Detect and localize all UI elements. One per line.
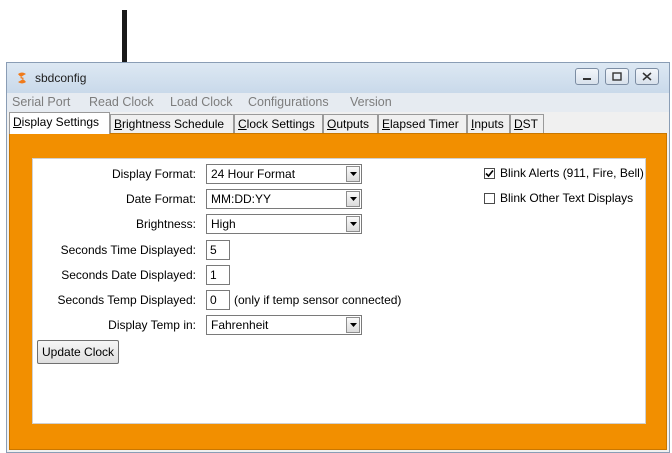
tab-mnemonic: E [382, 117, 391, 131]
tab-dst[interactable]: DST [510, 114, 544, 133]
blink-other-checkbox[interactable] [484, 193, 495, 204]
tab-label: lock Settings [246, 117, 315, 131]
temp-unit-select[interactable]: Fahrenheit [206, 315, 362, 335]
minimize-icon [583, 78, 591, 80]
tab-inputs[interactable]: Inputs [467, 114, 510, 133]
menu-load-clock[interactable]: Load Clock [170, 95, 233, 109]
display-format-value: 24 Hour Format [211, 167, 296, 181]
tab-display-settings[interactable]: Display Settings [9, 112, 110, 134]
update-clock-button[interactable]: Update Clock [37, 340, 120, 364]
checkmark-icon [485, 169, 494, 178]
tab-clock-settings[interactable]: Clock Settings [234, 114, 323, 133]
seconds-time-label: Seconds Time Displayed: [60, 243, 196, 257]
tab-elapsed-timer[interactable]: Elapsed Timer [378, 114, 467, 133]
tab-mnemonic: B [114, 117, 123, 131]
tab-strip: Display Settings Brightness Schedule Clo… [7, 112, 669, 134]
chevron-down-icon [350, 197, 357, 201]
tab-outputs[interactable]: Outputs [323, 114, 378, 133]
tab-label: rightness Schedule [122, 117, 225, 131]
brightness-select[interactable]: High [206, 214, 362, 234]
menu-bar: Serial Port Read Clock Load Clock Config… [7, 93, 669, 112]
chevron-down-icon [350, 222, 357, 226]
tab-label: lapsed Timer [390, 117, 459, 131]
tab-mnemonic: O [327, 117, 337, 131]
dropdown-button[interactable] [346, 191, 360, 207]
close-button[interactable] [635, 68, 659, 85]
tab-mnemonic: C [238, 117, 247, 131]
title-bar: sbdconfig [7, 63, 669, 93]
window-title: sbdconfig [35, 71, 87, 85]
temp-unit-label: Display Temp in: [108, 318, 196, 332]
maximize-icon [612, 72, 622, 81]
chevron-down-icon [350, 172, 357, 176]
display-format-select[interactable]: 24 Hour Format [206, 164, 362, 184]
tab-mnemonic: D [514, 117, 523, 131]
close-icon [642, 72, 652, 81]
tab-label: isplay Settings [21, 115, 100, 129]
blink-alerts-checkbox[interactable] [484, 168, 495, 179]
temp-sensor-note: (only if temp sensor connected) [234, 293, 402, 307]
brightness-label: Brightness: [135, 217, 196, 231]
chevron-down-icon [350, 323, 357, 327]
dropdown-button[interactable] [346, 216, 360, 232]
app-logo-icon [18, 72, 26, 84]
seconds-date-label: Seconds Date Displayed: [61, 268, 196, 282]
temp-unit-value: Fahrenheit [211, 318, 269, 332]
tab-label: ST [522, 117, 539, 131]
tab-brightness-schedule[interactable]: Brightness Schedule [110, 114, 234, 133]
menu-read-clock[interactable]: Read Clock [89, 95, 154, 109]
tab-mnemonic: D [13, 115, 22, 129]
seconds-temp-label: Seconds Temp Displayed: [57, 293, 196, 307]
date-format-select[interactable]: MM:DD:YY [206, 189, 362, 209]
seconds-time-value: 5 [210, 243, 217, 257]
blink-other-label[interactable]: Blink Other Text Displays [500, 191, 633, 205]
tab-label: nputs [474, 117, 504, 131]
seconds-date-value: 1 [210, 268, 217, 282]
minimize-button[interactable] [575, 68, 599, 85]
maximize-button[interactable] [605, 68, 629, 85]
menu-serial-port[interactable]: Serial Port [12, 95, 70, 109]
seconds-date-input[interactable]: 1 [206, 265, 230, 285]
tab-label: utputs [336, 117, 370, 131]
app-window: sbdconfig Serial Port Read Clock Load Cl… [6, 62, 670, 453]
settings-frame: Display Format: 24 Hour Format Date Form… [9, 133, 667, 450]
display-settings-panel: Display Format: 24 Hour Format Date Form… [32, 158, 646, 424]
menu-configurations[interactable]: Configurations [248, 95, 329, 109]
seconds-temp-input[interactable]: 0 [206, 290, 230, 310]
display-format-label: Display Format: [111, 167, 196, 181]
date-format-value: MM:DD:YY [211, 192, 271, 206]
brightness-value: High [211, 217, 236, 231]
dropdown-button[interactable] [346, 317, 360, 333]
date-format-label: Date Format: [125, 192, 196, 206]
seconds-temp-value: 0 [210, 293, 217, 307]
blink-alerts-label[interactable]: Blink Alerts (911, Fire, Bell) [500, 166, 644, 180]
seconds-time-input[interactable]: 5 [206, 240, 230, 260]
dropdown-button[interactable] [346, 166, 360, 182]
menu-version[interactable]: Version [350, 95, 392, 109]
